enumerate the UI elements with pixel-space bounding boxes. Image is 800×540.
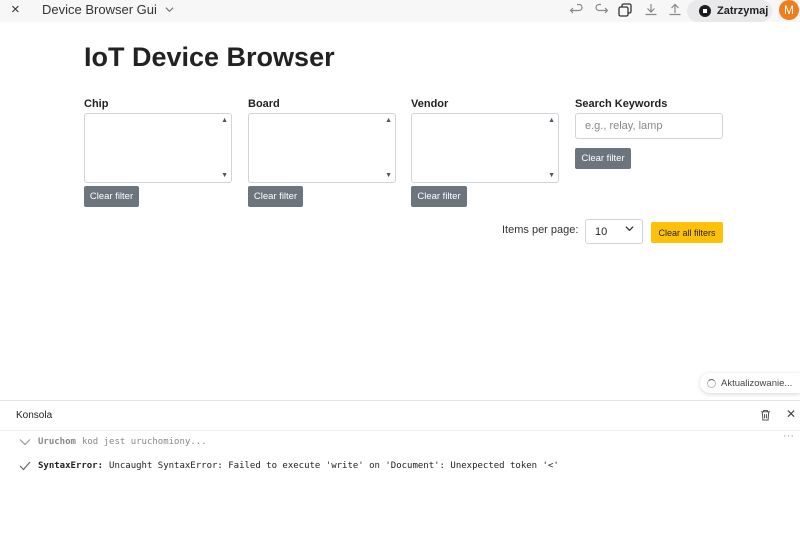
scroll-down-icon[interactable]: ▼ [548, 172, 555, 179]
log-error-type: SyntaxError: [38, 461, 104, 471]
top-bar: × Device Browser Gui Zatrzymaj M [0, 0, 800, 22]
spinner-icon [707, 378, 716, 388]
toast-text: Aktualizowanie... [721, 377, 793, 389]
items-per-page-select[interactable]: 10 [585, 219, 643, 244]
log-command: Uruchom [38, 437, 76, 447]
scroll-down-icon[interactable]: ▼ [221, 172, 228, 179]
log-text: kod jest uruchomiony... [81, 437, 207, 447]
avatar[interactable]: M [779, 0, 799, 20]
log-line: Uruchom kod jest uruchomiony... [18, 437, 207, 447]
console-header: Konsola ✕ [0, 401, 800, 431]
search-input[interactable]: e.g., relay, lamp [575, 113, 723, 139]
scroll-down-icon[interactable]: ▼ [385, 172, 392, 179]
chevron-down-icon [625, 226, 634, 232]
items-per-page-value: 10 [595, 225, 608, 238]
board-label: Board [248, 98, 280, 110]
more-options-icon[interactable]: ··· [783, 430, 794, 442]
scroll-up-icon[interactable]: ▲ [385, 117, 392, 124]
stop-button[interactable]: Zatrzymaj [687, 0, 772, 22]
chip-listbox[interactable]: ▲ ▼ [84, 113, 232, 183]
vendor-clear-filter-button[interactable]: Clear filter [411, 186, 467, 207]
search-clear-filter-button[interactable]: Clear filter [575, 148, 631, 169]
chip-label: Chip [84, 98, 109, 110]
search-keywords-label: Search Keywords [575, 98, 668, 110]
app-title: Device Browser Gui [42, 2, 157, 17]
page-title: IoT Device Browser [84, 42, 335, 72]
vendor-listbox[interactable]: ▲ ▼ [411, 113, 559, 183]
app-title-dropdown[interactable]: Device Browser Gui [42, 2, 174, 17]
scroll-up-icon[interactable]: ▲ [221, 117, 228, 124]
share-icon[interactable] [667, 2, 683, 18]
trash-icon[interactable] [760, 409, 771, 421]
console-title: Konsola [16, 410, 53, 421]
items-per-page-label: Items per page: [502, 224, 579, 236]
stop-label: Zatrzymaj [717, 5, 769, 17]
check-icon [19, 461, 31, 471]
close-icon[interactable]: × [11, 0, 20, 20]
vendor-label: Vendor [411, 98, 449, 110]
chip-clear-filter-button[interactable]: Clear filter [84, 186, 139, 207]
copy-icon[interactable] [617, 2, 633, 18]
close-console-icon[interactable]: ✕ [786, 407, 796, 421]
log-text: Uncaught SyntaxError: Failed to execute … [109, 461, 559, 471]
redo-icon[interactable] [593, 2, 609, 18]
scroll-up-icon[interactable]: ▲ [548, 117, 555, 124]
download-icon[interactable] [643, 2, 659, 18]
undo-icon[interactable] [569, 2, 585, 18]
updating-toast: Aktualizowanie... [700, 373, 800, 393]
board-listbox[interactable]: ▲ ▼ [248, 113, 396, 183]
stop-icon [699, 5, 711, 17]
chevron-down-icon[interactable] [18, 438, 32, 446]
board-clear-filter-button[interactable]: Clear filter [248, 186, 303, 207]
clear-all-filters-button[interactable]: Clear all filters [651, 222, 723, 243]
chevron-down-icon [164, 7, 174, 13]
log-line: SyntaxError: Uncaught SyntaxError: Faile… [18, 461, 559, 471]
